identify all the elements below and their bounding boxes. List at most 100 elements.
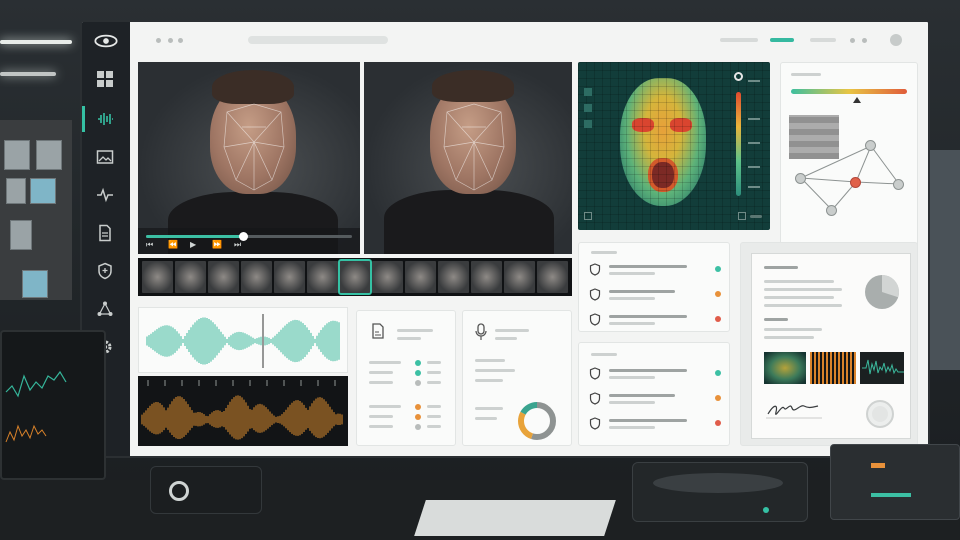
heatmap-legend-swatch: [584, 120, 592, 128]
network-analysis-panel: [780, 62, 918, 250]
video-progress-bar[interactable]: [146, 232, 352, 241]
filmstrip-frame[interactable]: [405, 261, 437, 293]
metadata-label: [369, 405, 401, 408]
video-player-left[interactable]: ⏮ ⏪ ▶ ⏩ ⏭: [138, 62, 360, 254]
filmstrip-frame[interactable]: [207, 261, 239, 293]
top-nav-item[interactable]: [810, 38, 836, 42]
window-dot: [168, 38, 173, 43]
check-status-dot: [715, 395, 721, 401]
avatar[interactable]: [890, 34, 902, 46]
audio-spectrum-panel[interactable]: [138, 376, 348, 446]
audio-waveform-panel[interactable]: [138, 307, 348, 373]
donut-chart: [518, 402, 556, 440]
top-bar: [130, 22, 928, 58]
face-heatmap[interactable]: [578, 62, 770, 230]
metadata-status-dot: [415, 370, 421, 376]
shield-icon: [589, 263, 601, 276]
network-icon[interactable]: [94, 298, 116, 320]
play-icon[interactable]: ▶: [190, 241, 198, 249]
metadata-label: [369, 415, 393, 418]
camera-device: [150, 466, 262, 514]
graph-node[interactable]: [795, 173, 806, 184]
heatmap-slider-knob[interactable]: [734, 72, 743, 81]
checklist-panel-bottom: [578, 342, 730, 446]
document-icon: [372, 323, 384, 339]
metadata-status-dot: [415, 414, 421, 420]
report-thumb-waveform: [860, 352, 904, 384]
video-filmstrip: [138, 258, 572, 296]
eye-logo-icon[interactable]: [92, 30, 120, 52]
report-panel: [740, 242, 918, 446]
menu-dot[interactable]: [850, 38, 855, 43]
ceiling-light: [0, 72, 56, 76]
window-dot: [178, 38, 183, 43]
filmstrip-frame[interactable]: [142, 261, 173, 293]
check-item-label: [609, 394, 675, 397]
top-nav-item[interactable]: [720, 38, 758, 42]
document-icon[interactable]: [94, 222, 116, 244]
shield-icon: [589, 392, 601, 405]
filmstrip-frame[interactable]: [306, 261, 338, 293]
rewind-icon[interactable]: ⏪: [168, 241, 178, 249]
audio-spectrum: [141, 380, 343, 440]
heatmap-legend-swatch: [584, 104, 592, 112]
metadata-label: [369, 361, 401, 364]
menu-dot[interactable]: [862, 38, 867, 43]
shield-icon: [589, 417, 601, 430]
address-bar[interactable]: [248, 36, 388, 44]
report-thumb-spectrum: [810, 352, 856, 384]
check-item-label: [609, 419, 687, 422]
filmstrip-frame[interactable]: [337, 259, 373, 295]
filmstrip-frame[interactable]: [273, 261, 305, 293]
graph-node[interactable]: [826, 205, 837, 216]
signature-mark: [766, 405, 822, 419]
filmstrip-frame[interactable]: [240, 261, 272, 293]
window-dot: [156, 38, 161, 43]
skip-forward-icon[interactable]: ⏭: [234, 241, 242, 249]
shield-icon[interactable]: [94, 260, 116, 282]
evidence-board: [0, 120, 72, 300]
filmstrip-frame[interactable]: [537, 261, 568, 293]
window: [928, 150, 960, 370]
check-item-label: [609, 290, 675, 293]
filmstrip-frame[interactable]: [372, 261, 404, 293]
graph-node[interactable]: [893, 179, 904, 190]
filmstrip-frame[interactable]: [504, 261, 536, 293]
filmstrip-frame[interactable]: [174, 261, 206, 293]
pulse-icon[interactable]: [94, 184, 116, 206]
filmstrip-frame[interactable]: [471, 261, 503, 293]
waveform-icon[interactable]: [94, 108, 116, 130]
shield-icon: [589, 288, 601, 301]
check-item-label: [609, 265, 687, 268]
check-status-dot: [715, 291, 721, 297]
seal-stamp: [866, 400, 894, 428]
confidence-gradient-bar: [791, 89, 907, 94]
skip-back-icon[interactable]: ⏮: [146, 241, 154, 249]
shield-icon: [589, 313, 601, 326]
heatmap-options-icon[interactable]: [738, 212, 746, 220]
check-item-label: [609, 369, 687, 372]
audio-waveform: [146, 314, 340, 368]
filmstrip-frame[interactable]: [438, 261, 470, 293]
dashboard-grid-icon[interactable]: [94, 68, 116, 90]
video-player-right[interactable]: [364, 62, 572, 254]
report-document[interactable]: [751, 253, 911, 439]
notepad: [414, 500, 616, 536]
forward-icon[interactable]: ⏩: [212, 241, 222, 249]
graph-node[interactable]: [865, 140, 876, 151]
audio-analysis-panel: [462, 310, 572, 446]
image-icon[interactable]: [94, 146, 116, 168]
server-device: [830, 444, 960, 520]
report-thumb-heatmap: [764, 352, 806, 384]
top-nav-item-active[interactable]: [770, 38, 794, 42]
metadata-status-dot: [415, 404, 421, 410]
metadata-status-dot: [415, 380, 421, 386]
heatmap-color-scale: [736, 92, 741, 196]
sidebar-active-indicator: [82, 106, 85, 132]
confidence-marker: [853, 97, 861, 103]
heatmap-toggle-icon[interactable]: [584, 212, 592, 220]
check-status-dot: [715, 316, 721, 322]
graph-node-flagged[interactable]: [850, 177, 861, 188]
metadata-label: [369, 371, 393, 374]
metadata-status-dot: [415, 424, 421, 430]
